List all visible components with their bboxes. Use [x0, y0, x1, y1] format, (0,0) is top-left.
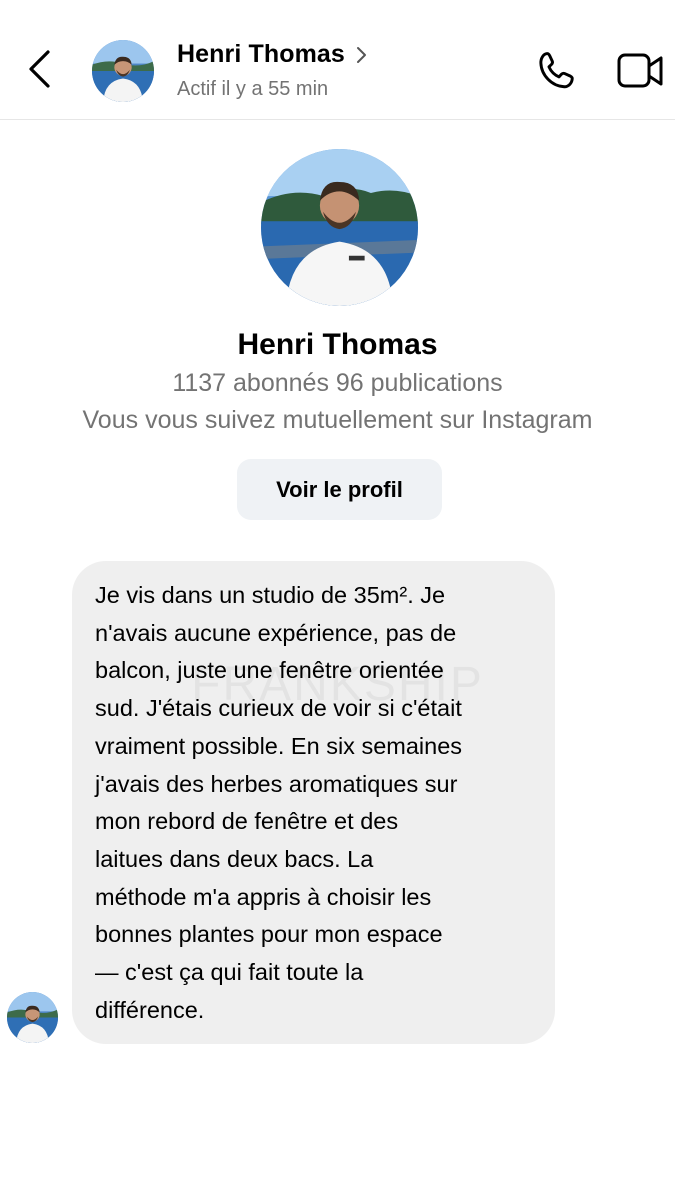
- chat-header: Henri Thomas Actif il y a 55 min: [0, 0, 675, 120]
- contact-name: Henri Thomas: [177, 40, 345, 68]
- message-text: Je vis dans un studio de 35m². Je n'avai…: [95, 582, 463, 1023]
- contact-name-link[interactable]: Henri Thomas: [177, 40, 369, 69]
- profile-avatar[interactable]: [261, 149, 418, 306]
- message-sender-avatar[interactable]: [7, 992, 58, 1043]
- mutual-follow-text: Vous vous suivez mutuellement sur Instag…: [82, 406, 593, 434]
- active-status: Actif il y a 55 min: [177, 78, 329, 100]
- avatar-photo: [92, 40, 154, 102]
- profile-name: Henri Thomas: [237, 328, 438, 361]
- profile-stats: 1137 abonnés 96 publications: [172, 369, 503, 397]
- audio-call-button[interactable]: [535, 49, 579, 93]
- phone-icon: [539, 52, 574, 89]
- chevron-right-icon: [356, 46, 366, 63]
- video-call-button[interactable]: [616, 50, 664, 92]
- view-profile-button[interactable]: Voir le profil: [237, 459, 442, 520]
- chat-screen: FRANKSHIP Henri Thomas: [0, 0, 675, 1200]
- avatar[interactable]: [92, 40, 154, 102]
- chevron-left-icon: [29, 50, 50, 88]
- message-bubble[interactable]: Je vis dans un studio de 35m². Je n'avai…: [72, 561, 555, 1044]
- profile-photo: [261, 149, 418, 306]
- back-button[interactable]: [22, 46, 58, 92]
- video-camera-icon: [617, 53, 663, 88]
- avatar-photo: [7, 992, 58, 1043]
